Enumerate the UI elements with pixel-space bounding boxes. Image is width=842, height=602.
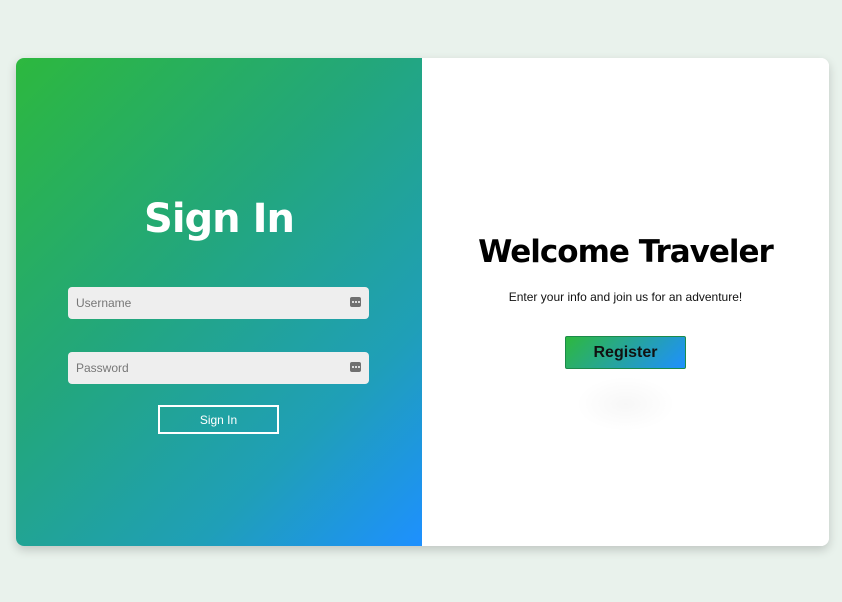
password-input[interactable] [68, 352, 336, 384]
signin-title: Sign In [144, 196, 295, 242]
password-manager-icon[interactable] [350, 362, 361, 372]
password-manager-icon[interactable] [350, 297, 361, 307]
password-field[interactable] [68, 352, 369, 384]
signin-button[interactable]: Sign In [158, 405, 279, 434]
username-input[interactable] [68, 287, 336, 319]
welcome-title: Welcome Traveler [478, 234, 774, 270]
welcome-text: Enter your info and join us for an adven… [508, 290, 743, 304]
welcome-panel: Welcome Traveler Enter your info and joi… [422, 58, 829, 546]
auth-card: Sign In Sign In Welcome Traveler Enter y… [16, 58, 829, 546]
register-button[interactable]: Register [565, 336, 686, 369]
register-glow [575, 376, 676, 432]
username-field[interactable] [68, 287, 369, 319]
signin-panel: Sign In Sign In [16, 58, 422, 546]
